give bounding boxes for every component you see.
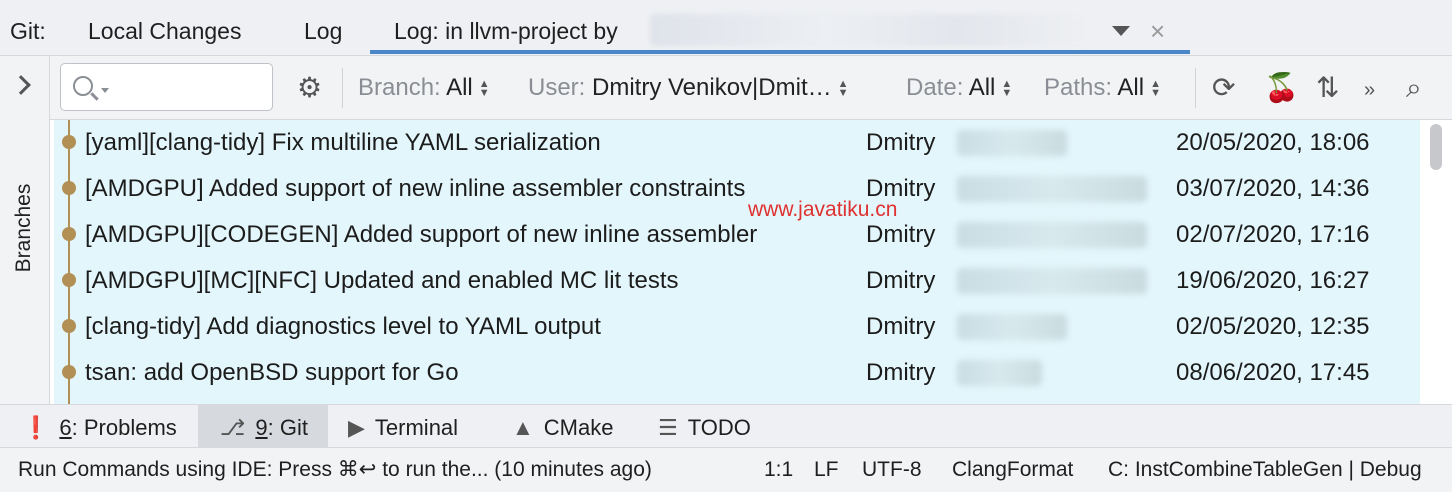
paths-filter[interactable]: Paths: All ▲ ▼ <box>1044 56 1161 120</box>
redacted-surname <box>957 314 1067 340</box>
commit-author: Dmitry <box>866 313 936 340</box>
close-icon[interactable]: × <box>1150 16 1165 46</box>
cmake-tool-button[interactable]: ▲ CMake <box>512 405 613 449</box>
user-filter[interactable]: User: Dmitry Venikov|Dmit… ▲ ▼ <box>528 56 849 120</box>
commit-subject: [AMDGPU][MC][NFC] Updated and enabled MC… <box>85 267 679 294</box>
commit-subject: [clang-tidy] Add diagnostics level to YA… <box>85 313 601 340</box>
commit-node-icon <box>62 135 76 149</box>
tool-window-tab-bar: Git: Local Changes Log Log: in llvm-proj… <box>0 0 1452 56</box>
cmake-icon: ▲ <box>512 415 534 440</box>
toolbar-divider <box>342 68 343 108</box>
todo-icon: ☰ <box>658 415 678 440</box>
table-row[interactable]: [AMDGPU][CODEGEN] Added support of new i… <box>54 212 1420 258</box>
table-row[interactable]: [AMDGPU] Added support of new inline ass… <box>54 166 1420 212</box>
commit-node-icon <box>62 181 76 195</box>
search-history-icon[interactable] <box>101 88 109 93</box>
vertical-scrollbar[interactable] <box>1430 124 1442 170</box>
toolbar-divider <box>1195 68 1196 108</box>
branch-filter[interactable]: Branch: All ▲ ▼ <box>358 56 490 120</box>
commit-author: Dmitry <box>866 267 936 294</box>
active-tab-indicator <box>370 50 1190 54</box>
gear-icon[interactable]: ⚙ <box>297 74 322 102</box>
commit-subject: [yaml][clang-tidy] Fix multiline YAML se… <box>85 129 601 156</box>
commit-node-icon <box>62 319 76 333</box>
build-context[interactable]: C: InstCombineTableGen | Debug <box>1108 448 1422 492</box>
date-filter[interactable]: Date: All ▲ ▼ <box>906 56 1012 120</box>
updown-icon: ▲ ▼ <box>478 77 490 99</box>
problems-icon: ❗ <box>22 415 50 440</box>
redacted-surname <box>957 130 1067 156</box>
redacted-surname <box>957 268 1147 294</box>
branches-label[interactable]: Branches <box>12 184 36 273</box>
terminal-tool-button[interactable]: ▶ Terminal <box>348 405 458 449</box>
table-row[interactable]: [clang-tidy] Add diagnostics level to YA… <box>54 304 1420 350</box>
terminal-icon: ▶ <box>348 415 365 440</box>
problems-tool-button[interactable]: ❗ 6: Problems <box>22 405 177 449</box>
tab-log-filtered[interactable]: Log: in llvm-project by <box>394 0 618 56</box>
git-tab-prefix: Git: <box>10 18 46 44</box>
tab-local-changes[interactable]: Local Changes <box>88 0 241 56</box>
commit-author: Dmitry <box>866 359 936 386</box>
commit-subject: [AMDGPU][CODEGEN] Added support of new i… <box>85 221 758 248</box>
redacted-surname <box>957 222 1147 248</box>
log-toolbar: ⚙ Branch: All ▲ ▼ User: Dmitry Venikov|Dmi… <box>50 56 1452 120</box>
file-encoding[interactable]: UTF-8 <box>862 448 922 492</box>
search-icon <box>73 76 93 96</box>
status-bar: Run Commands using IDE: Press ⌘↩ to run … <box>0 448 1452 492</box>
git-tool-button[interactable]: ⎇ 9: Git <box>198 405 328 449</box>
find-icon[interactable]: ⌕ <box>1406 72 1422 104</box>
line-separator[interactable]: LF <box>814 448 839 492</box>
commit-date: 19/06/2020, 16:27 <box>1176 267 1370 294</box>
caret-position[interactable]: 1:1 <box>764 448 793 492</box>
commit-date: 08/06/2020, 17:45 <box>1176 359 1370 386</box>
updown-icon: ▲ ▼ <box>1001 77 1013 99</box>
branches-panel-strip: Branches <box>0 56 50 404</box>
updown-icon: ▲ ▼ <box>1150 77 1161 99</box>
refresh-icon[interactable]: ⟳ <box>1212 72 1235 104</box>
commit-node-icon <box>62 365 76 379</box>
todo-tool-button[interactable]: ☰ TODO <box>658 405 751 449</box>
watermark: www.javatiku.cn <box>748 198 898 221</box>
git-icon: ⎇ <box>220 415 246 440</box>
commit-date: 02/07/2020, 17:16 <box>1176 221 1370 248</box>
tab-dropdown-icon[interactable] <box>1112 26 1130 36</box>
commit-log-table: [yaml][clang-tidy] Fix multiline YAML se… <box>54 120 1420 404</box>
cherry-pick-icon[interactable]: 🍒 <box>1264 72 1299 104</box>
tool-window-bar: ❗ 6: Problems ⎇ 9: Git ▶ Terminal ▲ CMake ☰ T… <box>0 404 1452 449</box>
redacted-user-names <box>650 14 1090 46</box>
more-actions-icon[interactable]: » <box>1364 74 1375 106</box>
commit-node-icon <box>62 273 76 287</box>
table-row[interactable]: [yaml][clang-tidy] Fix multiline YAML se… <box>54 120 1420 166</box>
status-message[interactable]: Run Commands using IDE: Press ⌘↩ to run … <box>18 448 652 492</box>
commit-date: 20/05/2020, 18:06 <box>1176 129 1370 156</box>
commit-date: 02/05/2020, 12:35 <box>1176 313 1370 340</box>
redacted-surname <box>957 360 1042 386</box>
commit-author: Dmitry <box>866 129 936 156</box>
commit-subject: tsan: add OpenBSD support for Go <box>85 359 459 386</box>
updown-icon: ▲ ▼ <box>837 77 849 99</box>
commit-subject: [AMDGPU] Added support of new inline ass… <box>85 175 746 202</box>
code-formatter[interactable]: ClangFormat <box>952 448 1073 492</box>
search-input[interactable] <box>60 63 273 111</box>
expand-branches-icon[interactable] <box>11 75 31 95</box>
table-row[interactable]: [AMDGPU][MC][NFC] Updated and enabled MC… <box>54 258 1420 304</box>
commit-date: 03/07/2020, 14:36 <box>1176 175 1370 202</box>
commit-node-icon <box>62 227 76 241</box>
redacted-surname <box>957 176 1147 202</box>
sort-icon[interactable]: ⇅ <box>1316 72 1339 104</box>
tab-log[interactable]: Log <box>304 0 342 56</box>
table-row[interactable]: tsan: add OpenBSD support for Go Dmitry … <box>54 350 1420 396</box>
